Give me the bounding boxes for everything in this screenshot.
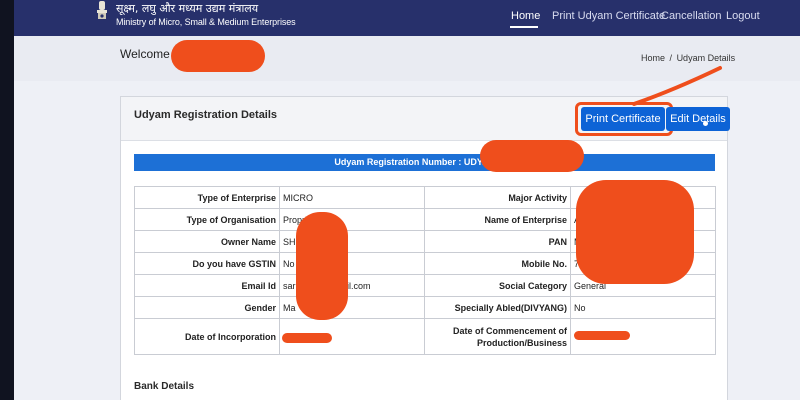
redaction-date-of-commencement [574,331,630,340]
redaction-date-of-incorporation [282,333,332,343]
email-prefix: sar [283,280,296,291]
label-type-of-organisation: Type of Organisation [134,208,280,231]
redaction-welcome-name [171,40,265,72]
breadcrumb: Home / Udyam Details [640,53,736,63]
card-title: Udyam Registration Details [134,109,278,121]
label-date-of-incorporation: Date of Incorporation [134,318,280,355]
redaction-registration-number [480,140,584,172]
breadcrumb-separator: / [669,53,673,63]
label-major-activity: Major Activity [424,186,571,209]
breadcrumb-current: Udyam Details [676,53,736,63]
label-date-of-commencement: Date of Commencement of Production/Busin… [424,318,571,355]
redaction-enterprise-details [576,180,694,284]
edit-details-button[interactable]: Edit Details [666,107,730,131]
page: सूक्ष्म, लघु और मध्यम उद्यम मंत्रालय Min… [14,0,800,400]
top-navbar: सूक्ष्म, लघु और मध्यम उद्यम मंत्रालय Min… [14,0,800,36]
nav-cancellation[interactable]: Cancellation [661,10,722,22]
nav-print-udyam-certificate[interactable]: Print Udyam Certificate [552,10,665,22]
label-email-id: Email Id [134,274,280,297]
table-row: Gender Ma Specially Abled(DIVYANG) No [134,296,716,319]
nav-home[interactable]: Home [511,10,540,22]
label-pan: PAN [424,230,571,253]
label-owner-name: Owner Name [134,230,280,253]
label-name-of-enterprise: Name of Enterprise [424,208,571,231]
card-header: Udyam Registration Details Print Certifi… [121,97,730,141]
nav-logout[interactable]: Logout [726,10,760,22]
registration-number-bar: Udyam Registration Number : UDYAM-UP- [134,154,715,171]
redaction-owner-details [296,212,348,320]
label-gstin: Do you have GSTIN [134,252,280,275]
value-type-of-enterprise: MICRO [279,186,425,209]
brand-english: Ministry of Micro, Small & Medium Enterp… [116,17,296,27]
bank-details-title: Bank Details [134,381,195,392]
nav-home-underline [510,26,538,28]
breadcrumb-home[interactable]: Home [641,53,665,63]
national-emblem-icon [97,1,107,19]
label-social-category: Social Category [424,274,571,297]
print-certificate-button[interactable]: Print Certificate [581,107,665,131]
brand-hindi: सूक्ष्म, लघु और मध्यम उद्यम मंत्रालय [116,2,259,15]
value-specially-abled: No [570,296,716,319]
label-gender: Gender [134,296,280,319]
mouse-cursor [703,121,708,126]
label-specially-abled: Specially Abled(DIVYANG) [424,296,571,319]
label-type-of-enterprise: Type of Enterprise [134,186,280,209]
label-mobile-no: Mobile No. [424,252,571,275]
